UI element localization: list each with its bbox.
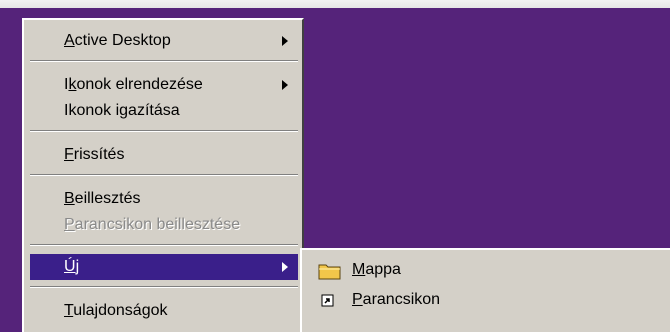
- menu-separator: [30, 130, 298, 132]
- menu-item-refresh[interactable]: Frissítés: [30, 142, 298, 168]
- submenu-arrow-icon: [282, 80, 288, 90]
- submenu-item-shortcut-mnemonic: P: [352, 291, 363, 308]
- desktop[interactable]: Active Desktop Ikonok elrendezése Ikonok…: [0, 0, 670, 332]
- menu-separator: [30, 244, 298, 246]
- menu-item-refresh-mnemonic: F: [64, 146, 74, 163]
- menu-item-refresh-label: rissítés: [73, 146, 125, 163]
- menu-item-properties[interactable]: Tulajdonságok: [30, 298, 298, 324]
- menu-separator: [30, 174, 298, 176]
- submenu-arrow-icon: [282, 262, 288, 272]
- menu-item-line-up-icons-label: Ikonok igazítása: [64, 102, 180, 119]
- menu-item-paste-label: eillesztés: [74, 190, 141, 207]
- submenu-item-folder-label: appa: [365, 261, 401, 278]
- submenu-item-folder-mnemonic: M: [352, 261, 366, 278]
- menu-item-active-desktop-label: ctive Desktop: [74, 32, 171, 49]
- context-menu: Active Desktop Ikonok elrendezése Ikonok…: [22, 18, 304, 332]
- shortcut-icon: [321, 294, 334, 307]
- menu-item-paste-shortcut-label: arancsikon beillesztése: [74, 216, 241, 233]
- submenu-item-shortcut-label: arancsikon: [362, 291, 441, 308]
- top-strip: [0, 0, 670, 8]
- menu-item-active-desktop[interactable]: Active Desktop: [30, 28, 298, 54]
- menu-item-properties-mnemonic: T: [64, 302, 74, 319]
- menu-item-paste-mnemonic: B: [64, 190, 75, 207]
- menu-item-new[interactable]: Új: [30, 254, 298, 280]
- menu-separator: [30, 60, 298, 62]
- menu-item-active-desktop-mnemonic: A: [64, 32, 75, 49]
- menu-item-paste-shortcut-mnemonic: P: [64, 216, 75, 233]
- menu-item-new-label: j: [75, 258, 80, 275]
- menu-item-arrange-icons-label: onok elrendezése: [76, 76, 203, 93]
- menu-item-paste-shortcut: Parancsikon beillesztése: [30, 212, 298, 238]
- menu-item-arrange-icons[interactable]: Ikonok elrendezése: [30, 72, 298, 98]
- submenu-item-shortcut[interactable]: Parancsikon: [308, 286, 668, 314]
- menu-item-properties-label: ulajdonságok: [73, 302, 168, 319]
- menu-separator: [30, 286, 298, 288]
- folder-icon: [318, 264, 341, 280]
- menu-item-paste[interactable]: Beillesztés: [30, 186, 298, 212]
- submenu-item-folder[interactable]: Mappa: [308, 256, 668, 284]
- submenu-arrow-icon: [282, 36, 288, 46]
- menu-item-line-up-icons[interactable]: Ikonok igazítása: [30, 98, 298, 124]
- menu-item-new-mnemonic: Ú: [64, 258, 76, 275]
- new-submenu: Mappa Parancsikon: [300, 248, 670, 332]
